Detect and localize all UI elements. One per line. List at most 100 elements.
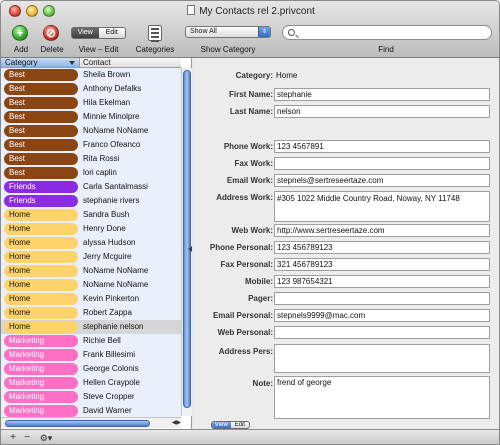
first-name-field[interactable]: stephanie	[274, 88, 490, 101]
list-item[interactable]: Best Minnie Minolpre	[1, 110, 181, 124]
list-item[interactable]: Best Sheila Brown	[1, 68, 181, 82]
categories-list-icon[interactable]	[148, 25, 162, 42]
view-edit-toggle[interactable]: View Edit	[71, 27, 126, 39]
contact-name: Carla Santalmassi	[83, 182, 148, 191]
view-segment[interactable]: View	[72, 28, 99, 38]
contact-header-label: Contact	[83, 58, 111, 67]
search-input[interactable]	[299, 27, 484, 38]
address-personal-field[interactable]	[274, 344, 490, 373]
pager-field[interactable]	[274, 292, 490, 305]
view-edit-label: View – Edit	[78, 45, 119, 54]
fax-work-label: Fax Work:	[234, 159, 273, 168]
vertical-scroll-thumb[interactable]	[183, 70, 191, 408]
add-button[interactable]: +	[12, 25, 28, 41]
fax-personal-field[interactable]: 321 456789123	[274, 258, 490, 271]
contact-name: George Colonis	[83, 364, 139, 373]
find-label: Find	[378, 45, 394, 54]
list-item[interactable]: Friends Carla Santalmassi	[1, 180, 181, 194]
category-badge: Home	[4, 321, 78, 333]
phone-work-label: Phone Work:	[223, 142, 273, 151]
email-work-field[interactable]: stepnels@sertreseertaze.com	[274, 174, 490, 187]
search-field[interactable]	[282, 25, 492, 40]
add-label: Add	[13, 45, 29, 54]
list-item[interactable]: Home stephanie nelson	[1, 320, 181, 334]
pane-splitter-icon[interactable]	[188, 246, 192, 252]
contact-column-header[interactable]: Contact	[80, 58, 181, 68]
contact-name: Frank Billesimi	[83, 350, 136, 359]
action-gear-icon[interactable]: ⚙▾	[37, 432, 55, 444]
list-item[interactable]: Best lori caplin	[1, 166, 181, 180]
add-contact-button[interactable]: +	[7, 432, 19, 444]
horizontal-scrollbar[interactable]: ◀▶	[1, 417, 181, 428]
list-item[interactable]: Marketing Frank Billesimi	[1, 348, 181, 362]
detail-view-edit-toggle[interactable]: View Edit	[211, 421, 250, 429]
list-item[interactable]: Marketing Hellen Craypole	[1, 376, 181, 390]
category-badge: Marketing	[4, 377, 78, 389]
delete-button[interactable]: ⊘	[43, 25, 59, 41]
show-category-select[interactable]: Show All ⇕	[185, 26, 271, 38]
list-item[interactable]: Friends stephanie rivers	[1, 194, 181, 208]
category-badge: Marketing	[4, 335, 78, 347]
search-icon	[288, 29, 295, 36]
contact-name: stephanie nelson	[83, 322, 144, 331]
remove-contact-button[interactable]: −	[21, 432, 33, 444]
list-item[interactable]: Home alyssa Hudson	[1, 236, 181, 250]
phone-work-field[interactable]: 123 4567891	[274, 140, 490, 153]
category-badge: Home	[4, 279, 78, 291]
contact-name: NoName NoName	[83, 280, 149, 289]
list-item[interactable]: Best Rita Rossi	[1, 152, 181, 166]
contact-name: Robert Zappa	[83, 308, 132, 317]
list-item[interactable]: Marketing Richie Bell	[1, 334, 181, 348]
address-work-label: Address Work:	[216, 193, 273, 202]
horizontal-scroll-thumb[interactable]	[5, 420, 150, 427]
contact-name: David Warner	[83, 406, 132, 415]
contact-name: Hellen Craypole	[83, 378, 140, 387]
email-personal-field[interactable]: stepnels9999@mac.com	[274, 309, 490, 322]
category-column-header[interactable]: Category	[1, 58, 80, 68]
contact-name: Kevin Pinkerton	[83, 294, 140, 303]
list-item[interactable]: Home Henry Done	[1, 222, 181, 236]
no-entry-icon: ⊘	[43, 25, 59, 41]
contact-name: NoName NoName	[83, 126, 149, 135]
list-item[interactable]: Home Robert Zappa	[1, 306, 181, 320]
contact-rows: Best Sheila Brown Best Anthony Defalks Best H…	[1, 68, 181, 418]
list-item[interactable]: Marketing David Warner	[1, 404, 181, 418]
web-work-field[interactable]: http://www.sertreseertaze.com	[274, 224, 490, 237]
list-item[interactable]: Home Jerry Mcguire	[1, 250, 181, 264]
list-item[interactable]: Best NoName NoName	[1, 124, 181, 138]
list-item[interactable]: Best Franco Ofeanco	[1, 138, 181, 152]
categories-label: Categories	[135, 45, 175, 54]
list-item[interactable]: Home Sandra Bush	[1, 208, 181, 222]
email-personal-label: Email Personal:	[212, 311, 273, 320]
vertical-scrollbar[interactable]	[181, 68, 192, 416]
list-item[interactable]: Best Anthony Defalks	[1, 82, 181, 96]
contact-name: Franco Ofeanco	[83, 140, 141, 149]
fax-work-field[interactable]	[274, 157, 490, 170]
category-badge: Marketing	[4, 363, 78, 375]
web-personal-field[interactable]	[274, 326, 490, 339]
document-icon	[187, 5, 196, 15]
phone-personal-field[interactable]: 123 456789123	[274, 241, 490, 254]
category-badge: Home	[4, 307, 78, 319]
fax-personal-label: Fax Personal:	[220, 260, 273, 269]
note-field[interactable]: frend of george	[274, 376, 490, 419]
list-item[interactable]: Marketing Steve Cropper	[1, 390, 181, 404]
list-item[interactable]: Home NoName NoName	[1, 264, 181, 278]
list-item[interactable]: Best Hila Ekelman	[1, 96, 181, 110]
mobile-field[interactable]: 123 987654321	[274, 275, 490, 288]
contact-name: Sandra Bush	[83, 210, 130, 219]
category-badge: Home	[4, 251, 78, 263]
list-item[interactable]: Home NoName NoName	[1, 278, 181, 292]
last-name-field[interactable]: nelson	[274, 105, 490, 118]
edit-segment[interactable]: Edit	[98, 28, 125, 38]
detail-view-segment[interactable]: View	[212, 422, 231, 428]
scroll-arrows-icon[interactable]: ◀▶	[172, 419, 181, 426]
category-value: Home	[276, 71, 298, 80]
category-badge: Home	[4, 293, 78, 305]
email-work-label: Email Work:	[226, 176, 273, 185]
list-item[interactable]: Home Kevin Pinkerton	[1, 292, 181, 306]
contact-name: Sheila Brown	[83, 70, 131, 79]
detail-edit-segment[interactable]: Edit	[230, 422, 249, 428]
address-work-field[interactable]: #305 1022 Middle Country Road, Noway, NY…	[274, 191, 490, 222]
list-item[interactable]: Marketing George Colonis	[1, 362, 181, 376]
